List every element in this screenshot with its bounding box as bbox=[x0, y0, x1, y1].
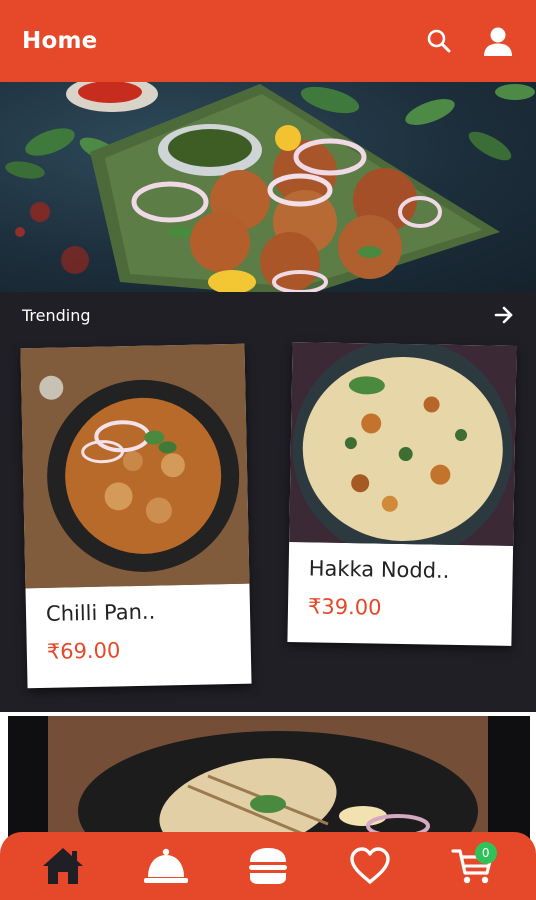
burger-icon bbox=[248, 848, 287, 884]
dish-image bbox=[289, 342, 517, 546]
nav-favorites[interactable] bbox=[340, 838, 400, 894]
section-title: Trending bbox=[22, 305, 91, 325]
trending-section: Trending Chilli Pan.. ₹69.00 Hakka Nodd.… bbox=[0, 292, 536, 712]
appbar-actions bbox=[426, 25, 514, 57]
nav-menu[interactable] bbox=[238, 838, 298, 894]
search-icon bbox=[427, 29, 451, 53]
search-button[interactable] bbox=[426, 28, 452, 54]
dish-price: ₹69.00 bbox=[46, 638, 121, 664]
dish-price: ₹39.00 bbox=[307, 594, 382, 620]
hero-food-image bbox=[5, 82, 535, 292]
nav-home[interactable] bbox=[33, 838, 93, 894]
dish-image bbox=[20, 343, 250, 589]
user-icon bbox=[484, 27, 512, 56]
dish-name: Chilli Pan.. bbox=[45, 599, 156, 626]
promo-banner[interactable] bbox=[8, 716, 530, 846]
bottom-navigation: 0 bbox=[0, 832, 536, 900]
cart-count-badge: 0 bbox=[474, 842, 497, 864]
trending-card[interactable]: Hakka Nodd.. ₹39.00 bbox=[287, 342, 517, 646]
home-icon bbox=[43, 848, 84, 884]
heart-icon bbox=[350, 847, 391, 884]
nav-orders[interactable] bbox=[136, 838, 196, 894]
page-title: Home bbox=[22, 28, 98, 54]
hero-banner[interactable] bbox=[0, 82, 536, 292]
serving-bell-icon bbox=[143, 848, 188, 883]
profile-button[interactable] bbox=[482, 25, 514, 57]
nav-cart[interactable]: 0 bbox=[443, 838, 503, 894]
arrow-right-icon bbox=[494, 306, 513, 324]
dish-name: Hakka Nodd.. bbox=[308, 556, 450, 583]
see-all-button[interactable] bbox=[494, 305, 514, 325]
trending-card[interactable]: Chilli Pan.. ₹69.00 bbox=[20, 343, 252, 689]
app-bar: Home bbox=[0, 0, 536, 82]
trending-header: Trending bbox=[0, 292, 536, 338]
promo-food-image bbox=[48, 716, 488, 846]
